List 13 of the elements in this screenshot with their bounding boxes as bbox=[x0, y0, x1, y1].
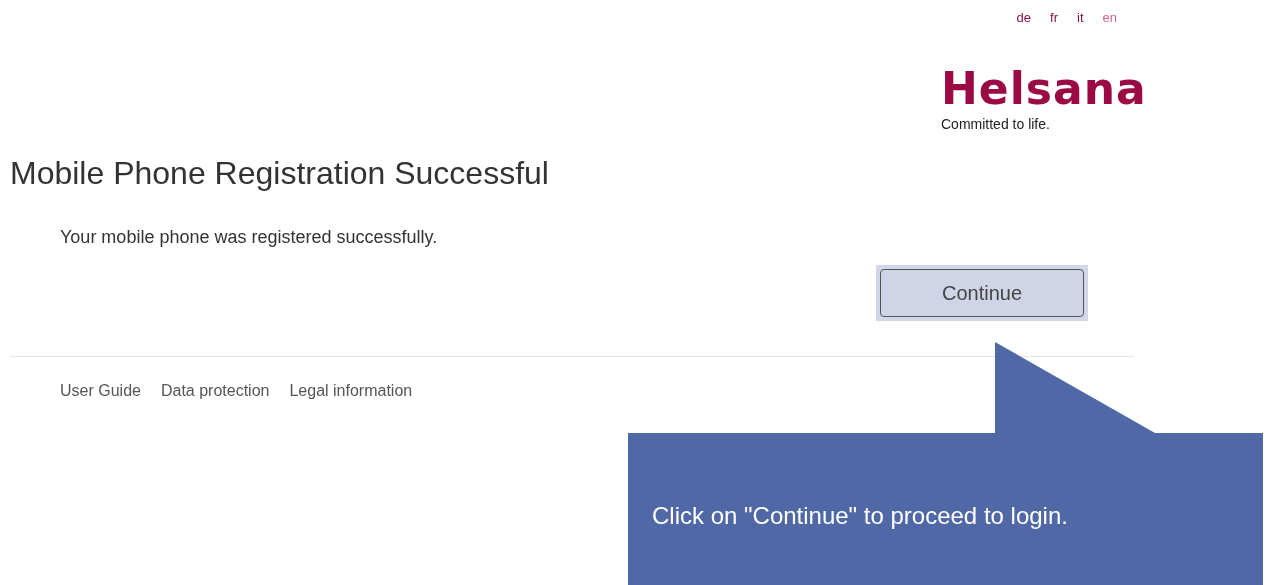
footer-link[interactable]: Data protection bbox=[160, 379, 270, 403]
footer-link[interactable]: Legal information bbox=[289, 379, 413, 403]
language-link[interactable]: de bbox=[1016, 8, 1032, 30]
language-link[interactable]: fr bbox=[1050, 8, 1059, 30]
page-title: Mobile Phone Registration Successful bbox=[10, 154, 550, 193]
callout-text: Click on "Continue" to proceed to login. bbox=[652, 501, 1068, 531]
language-link[interactable]: it bbox=[1077, 8, 1084, 30]
logo: Helsana bbox=[941, 67, 1147, 111]
footer-link[interactable]: User Guide bbox=[60, 379, 141, 403]
continue-button[interactable]: Continue bbox=[880, 269, 1084, 317]
language-link[interactable]: en bbox=[1102, 8, 1117, 30]
success-message: Your mobile phone was registered successfully. bbox=[60, 226, 439, 249]
logo-tagline: Committed to life. bbox=[941, 115, 1050, 134]
